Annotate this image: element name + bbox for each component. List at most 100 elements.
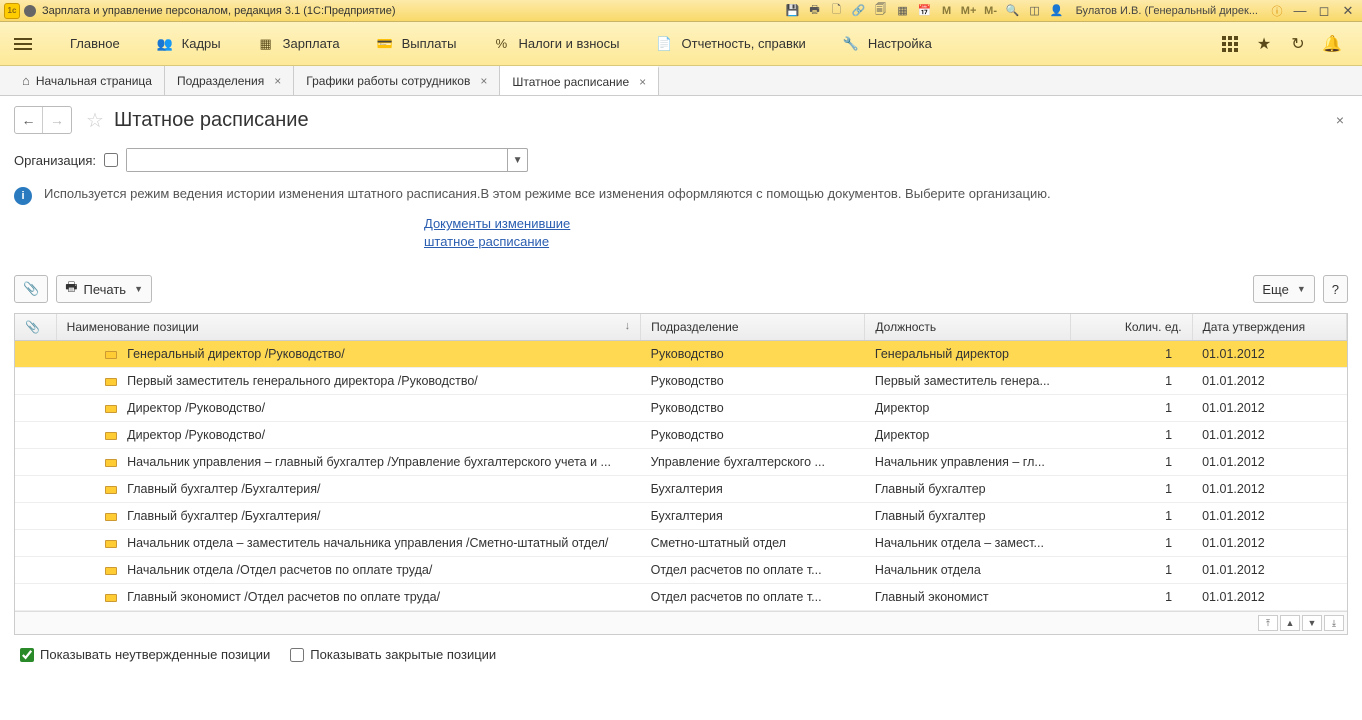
hamburger-icon[interactable]	[10, 30, 38, 58]
show-unapproved-checkbox[interactable]: Показывать неутвержденные позиции	[20, 647, 270, 662]
org-checkbox[interactable]	[104, 153, 118, 167]
table-row[interactable]: Начальник управления – главный бухгалтер…	[15, 449, 1347, 476]
maximize-button[interactable]: ◻	[1314, 3, 1334, 19]
org-combo[interactable]: ▼	[126, 148, 528, 172]
print-icon[interactable]: 🖶	[806, 3, 824, 19]
percent-icon: %	[492, 36, 510, 52]
table-row[interactable]: Начальник отдела – заместитель начальник…	[15, 530, 1347, 557]
col-date[interactable]: Дата утверждения	[1192, 314, 1346, 341]
bullet-icon	[24, 5, 36, 17]
mminus-icon[interactable]: M-	[982, 3, 1000, 19]
row-icon	[105, 432, 117, 440]
menu-taxes[interactable]: %Налоги и взносы	[474, 36, 637, 52]
minimize-button[interactable]: —	[1290, 3, 1310, 18]
save-icon[interactable]: 💾	[784, 3, 802, 19]
history-icon[interactable]: ↻	[1288, 34, 1308, 54]
main-menu: Главное 👥Кадры ▦Зарплата 💳Выплаты %Налог…	[0, 22, 1362, 66]
tabs-bar: ⌂Начальная страница Подразделения× Графи…	[0, 66, 1362, 96]
scroll-down-button[interactable]: ▼	[1302, 615, 1322, 631]
menu-payments[interactable]: 💳Выплаты	[358, 36, 475, 52]
org-input[interactable]	[127, 149, 507, 171]
scroll-top-button[interactable]: ⤒	[1258, 615, 1278, 631]
favorite-star-icon[interactable]: ☆	[86, 108, 104, 133]
row-icon	[105, 351, 117, 359]
paperclip-icon: 📎	[25, 320, 40, 334]
scroll-up-button[interactable]: ▲	[1280, 615, 1300, 631]
bell-icon[interactable]: 🔔	[1322, 34, 1342, 54]
col-name[interactable]: Наименование позиции↓	[56, 314, 640, 341]
table-icon: ▦	[257, 36, 275, 52]
panels-icon[interactable]: ◫	[1026, 3, 1044, 19]
table-row[interactable]: Генеральный директор /Руководство/Руково…	[15, 341, 1347, 368]
people-icon: 👥	[156, 36, 174, 52]
table-row[interactable]: Директор /Руководство/РуководствоДиректо…	[15, 395, 1347, 422]
sort-down-icon: ↓	[625, 320, 631, 332]
table-row[interactable]: Главный бухгалтер /Бухгалтерия/Бухгалтер…	[15, 503, 1347, 530]
row-icon	[105, 459, 117, 467]
row-icon	[105, 486, 117, 494]
star-icon[interactable]: ★	[1254, 34, 1274, 54]
chevron-down-icon[interactable]: ▼	[507, 149, 527, 171]
row-icon	[105, 513, 117, 521]
table-row[interactable]: Начальник отдела /Отдел расчетов по опла…	[15, 557, 1347, 584]
close-icon[interactable]: ×	[480, 74, 487, 88]
row-icon	[105, 378, 117, 386]
menu-main[interactable]: Главное	[52, 36, 138, 51]
help-button[interactable]: ?	[1323, 275, 1348, 303]
user-name[interactable]: Булатов И.В. (Генеральный дирек...	[1076, 5, 1258, 17]
zoom-icon[interactable]: 🔍	[1004, 3, 1022, 19]
table-footer: ⤒ ▲ ▼ ⤓	[15, 611, 1347, 634]
forward-button[interactable]: →	[43, 107, 71, 133]
menu-staff[interactable]: 👥Кадры	[138, 36, 239, 52]
table-row[interactable]: Первый заместитель генерального директор…	[15, 368, 1347, 395]
calendar-icon[interactable]: 📅	[916, 3, 934, 19]
user-icon: 👤	[1048, 3, 1066, 19]
col-dept[interactable]: Подразделение	[641, 314, 865, 341]
col-attach[interactable]: 📎	[15, 314, 56, 341]
show-closed-checkbox[interactable]: Показывать закрытые позиции	[290, 647, 496, 662]
tab-home[interactable]: ⌂Начальная страница	[10, 66, 165, 95]
wrench-icon: 🔧	[842, 36, 860, 52]
doc-icon[interactable]: 🗋	[828, 3, 846, 19]
table-row[interactable]: Главный бухгалтер /Бухгалтерия/Бухгалтер…	[15, 476, 1347, 503]
menu-reports[interactable]: 📄Отчетность, справки	[638, 36, 824, 52]
m-icon[interactable]: M	[938, 3, 956, 19]
link-icon[interactable]: 🔗	[850, 3, 868, 19]
calc-icon[interactable]: ▦	[894, 3, 912, 19]
back-button[interactable]: ←	[15, 107, 43, 133]
titlebar: 1c Зарплата и управление персоналом, ред…	[0, 0, 1362, 22]
close-page-button[interactable]: ×	[1336, 112, 1348, 128]
menu-salary[interactable]: ▦Зарплата	[239, 36, 358, 52]
home-icon: ⌂	[22, 73, 30, 88]
row-icon	[105, 594, 117, 602]
report-icon: 📄	[656, 36, 674, 52]
staffing-table: 📎 Наименование позиции↓ Подразделение До…	[14, 313, 1348, 635]
col-pos[interactable]: Должность	[865, 314, 1071, 341]
tab-departments[interactable]: Подразделения×	[165, 66, 294, 95]
close-icon[interactable]: ×	[274, 74, 281, 88]
col-qty[interactable]: Колич. ед.	[1071, 314, 1192, 341]
row-icon	[105, 540, 117, 548]
table-row[interactable]: Главный экономист /Отдел расчетов по опл…	[15, 584, 1347, 611]
tab-schedules[interactable]: Графики работы сотрудников×	[294, 66, 500, 95]
print-button[interactable]: 🖶Печать▼	[56, 275, 152, 303]
printer-icon: 🖶	[65, 278, 77, 300]
apps-icon[interactable]	[1220, 34, 1240, 54]
documents-link[interactable]: Документы изменившиештатное расписание	[424, 216, 570, 249]
attach-button[interactable]: 📎	[14, 275, 48, 303]
paperclip-icon: 📎	[23, 281, 39, 297]
page-title: Штатное расписание	[114, 109, 309, 132]
mplus-icon[interactable]: M+	[960, 3, 978, 19]
app-title: Зарплата и управление персоналом, редакц…	[42, 5, 784, 17]
tab-staffing[interactable]: Штатное расписание×	[500, 66, 659, 95]
copy-icon[interactable]: 🗐	[872, 3, 890, 19]
table-row[interactable]: Директор /Руководство/РуководствоДиректо…	[15, 422, 1347, 449]
scroll-bottom-button[interactable]: ⤓	[1324, 615, 1344, 631]
chevron-down-icon: ▼	[1297, 284, 1306, 294]
more-button[interactable]: Еще▼	[1253, 275, 1314, 303]
close-window-button[interactable]: ✕	[1338, 3, 1358, 19]
wallet-icon: 💳	[376, 36, 394, 52]
menu-settings[interactable]: 🔧Настройка	[824, 36, 950, 52]
info-icon[interactable]: ⓘ	[1268, 3, 1286, 19]
close-icon[interactable]: ×	[639, 75, 646, 89]
